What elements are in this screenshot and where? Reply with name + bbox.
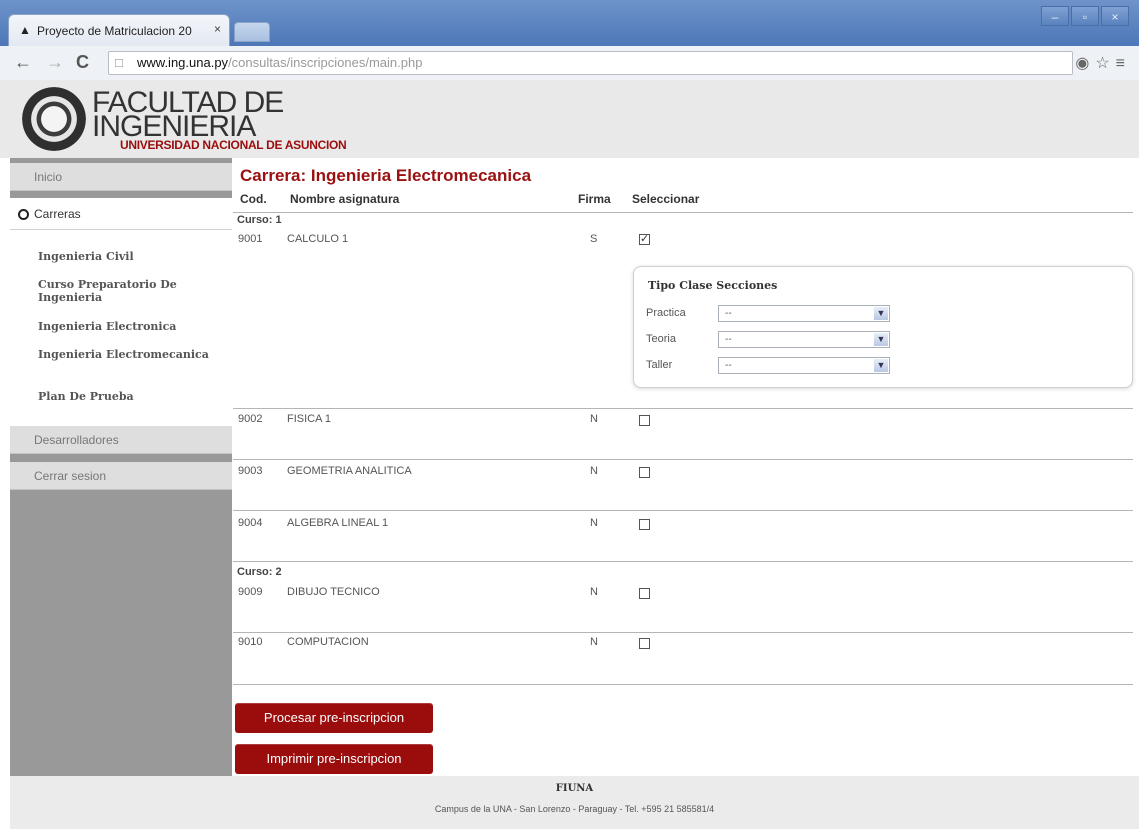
- subject-name: FISICA 1: [287, 413, 332, 425]
- taller-select[interactable]: -- ▼: [718, 357, 890, 374]
- select-value: --: [725, 308, 732, 319]
- chevron-down-icon: ▼: [874, 359, 888, 372]
- chevron-down-icon: ▼: [874, 333, 888, 346]
- sidebar-item-label: Carreras: [34, 207, 81, 221]
- sidebar-item-cerrar-sesion[interactable]: Cerrar sesion: [10, 462, 232, 490]
- career-link[interactable]: Ingenieria Electromecanica: [38, 348, 218, 361]
- row-divider: [233, 561, 1133, 562]
- row-divider: [233, 510, 1133, 511]
- column-header-cod: Cod.: [240, 192, 267, 206]
- subject-name: GEOMETRIA ANALITICA: [287, 465, 412, 477]
- subject-code: 9004: [238, 517, 263, 529]
- footer-name: FIUNA: [555, 783, 594, 794]
- practica-select[interactable]: -- ▼: [718, 305, 890, 322]
- subject-firma: N: [590, 413, 598, 425]
- column-header-firma: Firma: [578, 192, 611, 206]
- sidebar-item-carreras[interactable]: Carreras: [10, 198, 232, 230]
- course-group-label: Curso: 2: [237, 566, 282, 578]
- subject-firma: S: [590, 233, 598, 245]
- page-favicon-icon: ▲: [19, 23, 31, 37]
- restore-button[interactable]: ▫: [1071, 6, 1099, 26]
- subject-firma: N: [590, 636, 598, 648]
- logo-subtitle: UNIVERSIDAD NACIONAL DE ASUNCION: [120, 138, 347, 152]
- chevron-down-icon: ▼: [874, 307, 888, 320]
- sections-title: Tipo Clase Secciones: [648, 279, 778, 292]
- minimize-button[interactable]: –: [1041, 6, 1069, 26]
- section-label-teoria: Teoria: [646, 333, 676, 345]
- tab-title: Proyecto de Matriculacion 20: [37, 24, 192, 38]
- select-value: --: [725, 360, 732, 371]
- reload-icon[interactable]: C: [76, 52, 89, 73]
- footer: FIUNA Campus de la UNA - San Lorenzo - P…: [10, 776, 1139, 829]
- new-tab-button[interactable]: [234, 22, 270, 42]
- subject-code: 9001: [238, 233, 263, 245]
- row-divider: [233, 684, 1133, 685]
- section-label-practica: Practica: [646, 307, 686, 319]
- career-link[interactable]: Plan De Prueba: [38, 390, 218, 403]
- url-path: /consultas/inscripciones/main.php: [228, 55, 423, 70]
- page-title: Carrera: Ingenieria Electromecanica: [240, 166, 532, 185]
- subject-name: COMPUTACION: [287, 636, 369, 648]
- footer-address: Campus de la UNA - San Lorenzo - Paragua…: [434, 804, 715, 814]
- forward-arrow-icon[interactable]: →: [46, 52, 64, 73]
- sidebar: Inicio Carreras Ingenieria Civil Curso P…: [10, 158, 232, 776]
- subject-name: ALGEBRA LINEAL 1: [287, 517, 389, 529]
- career-link[interactable]: Ingenieria Civil: [38, 250, 218, 263]
- site-header: FACULTAD DE INGENIERIA UNIVERSIDAD NACIO…: [0, 80, 1139, 158]
- subject-code: 9009: [238, 586, 263, 598]
- subject-firma: N: [590, 517, 598, 529]
- page-icon: □: [115, 55, 123, 70]
- back-arrow-icon[interactable]: ←: [14, 52, 32, 73]
- sidebar-item-inicio[interactable]: Inicio: [10, 163, 232, 191]
- subject-code: 9002: [238, 413, 263, 425]
- select-checkbox[interactable]: [639, 588, 650, 599]
- header-divider: [233, 212, 1133, 213]
- select-checkbox[interactable]: [639, 519, 650, 530]
- url-input[interactable]: □ www.ing.una.py/consultas/inscripciones…: [108, 51, 1073, 75]
- subject-name: CALCULO 1: [287, 233, 349, 245]
- procesar-preinscripcion-button[interactable]: Procesar pre-inscripcion: [235, 703, 433, 733]
- select-value: --: [725, 334, 732, 345]
- url-host: www.ing.una.py: [137, 55, 229, 70]
- sidebar-item-desarrolladores[interactable]: Desarrolladores: [10, 426, 232, 454]
- section-label-taller: Taller: [646, 359, 673, 371]
- teoria-select[interactable]: -- ▼: [718, 331, 890, 348]
- subject-firma: N: [590, 465, 598, 477]
- radio-bullet-icon: [18, 209, 29, 221]
- imprimir-preinscripcion-button[interactable]: Imprimir pre-inscripcion: [235, 744, 433, 774]
- subject-code: 9003: [238, 465, 263, 477]
- row-divider: [233, 632, 1133, 633]
- career-link[interactable]: Curso Preparatorio De Ingenieria: [38, 278, 218, 304]
- column-header-seleccionar: Seleccionar: [632, 192, 700, 206]
- sections-panel: Tipo Clase Secciones Practica -- ▼ Teori…: [633, 266, 1133, 388]
- subject-code: 9010: [238, 636, 263, 648]
- select-checkbox[interactable]: [639, 415, 650, 426]
- career-link[interactable]: Ingenieria Electronica: [38, 320, 218, 333]
- select-checkbox[interactable]: [639, 232, 650, 245]
- university-seal-logo: [22, 87, 86, 151]
- address-bar: ← → C □ www.ing.una.py/consultas/inscrip…: [0, 46, 1139, 81]
- course-group-label: Curso: 1: [237, 214, 282, 226]
- close-tab-icon[interactable]: ×: [214, 22, 221, 36]
- browser-menu-icons[interactable]: ◉☆≡: [1075, 53, 1131, 73]
- column-header-nombre: Nombre asignatura: [290, 192, 400, 206]
- row-divider: [233, 408, 1133, 409]
- subject-name: DIBUJO TECNICO: [287, 586, 380, 598]
- select-checkbox[interactable]: [639, 638, 650, 649]
- close-window-button[interactable]: ×: [1101, 6, 1129, 26]
- subject-firma: N: [590, 586, 598, 598]
- window-controls: – ▫ ×: [1041, 6, 1129, 26]
- browser-tab[interactable]: ▲ Proyecto de Matriculacion 20 ×: [8, 14, 230, 46]
- sidebar-section-carreras: Carreras Ingenieria Civil Curso Preparat…: [10, 198, 232, 428]
- row-divider: [233, 459, 1133, 460]
- browser-tab-bar: ▲ Proyecto de Matriculacion 20 × – ▫ ×: [0, 0, 1139, 46]
- select-checkbox[interactable]: [639, 467, 650, 478]
